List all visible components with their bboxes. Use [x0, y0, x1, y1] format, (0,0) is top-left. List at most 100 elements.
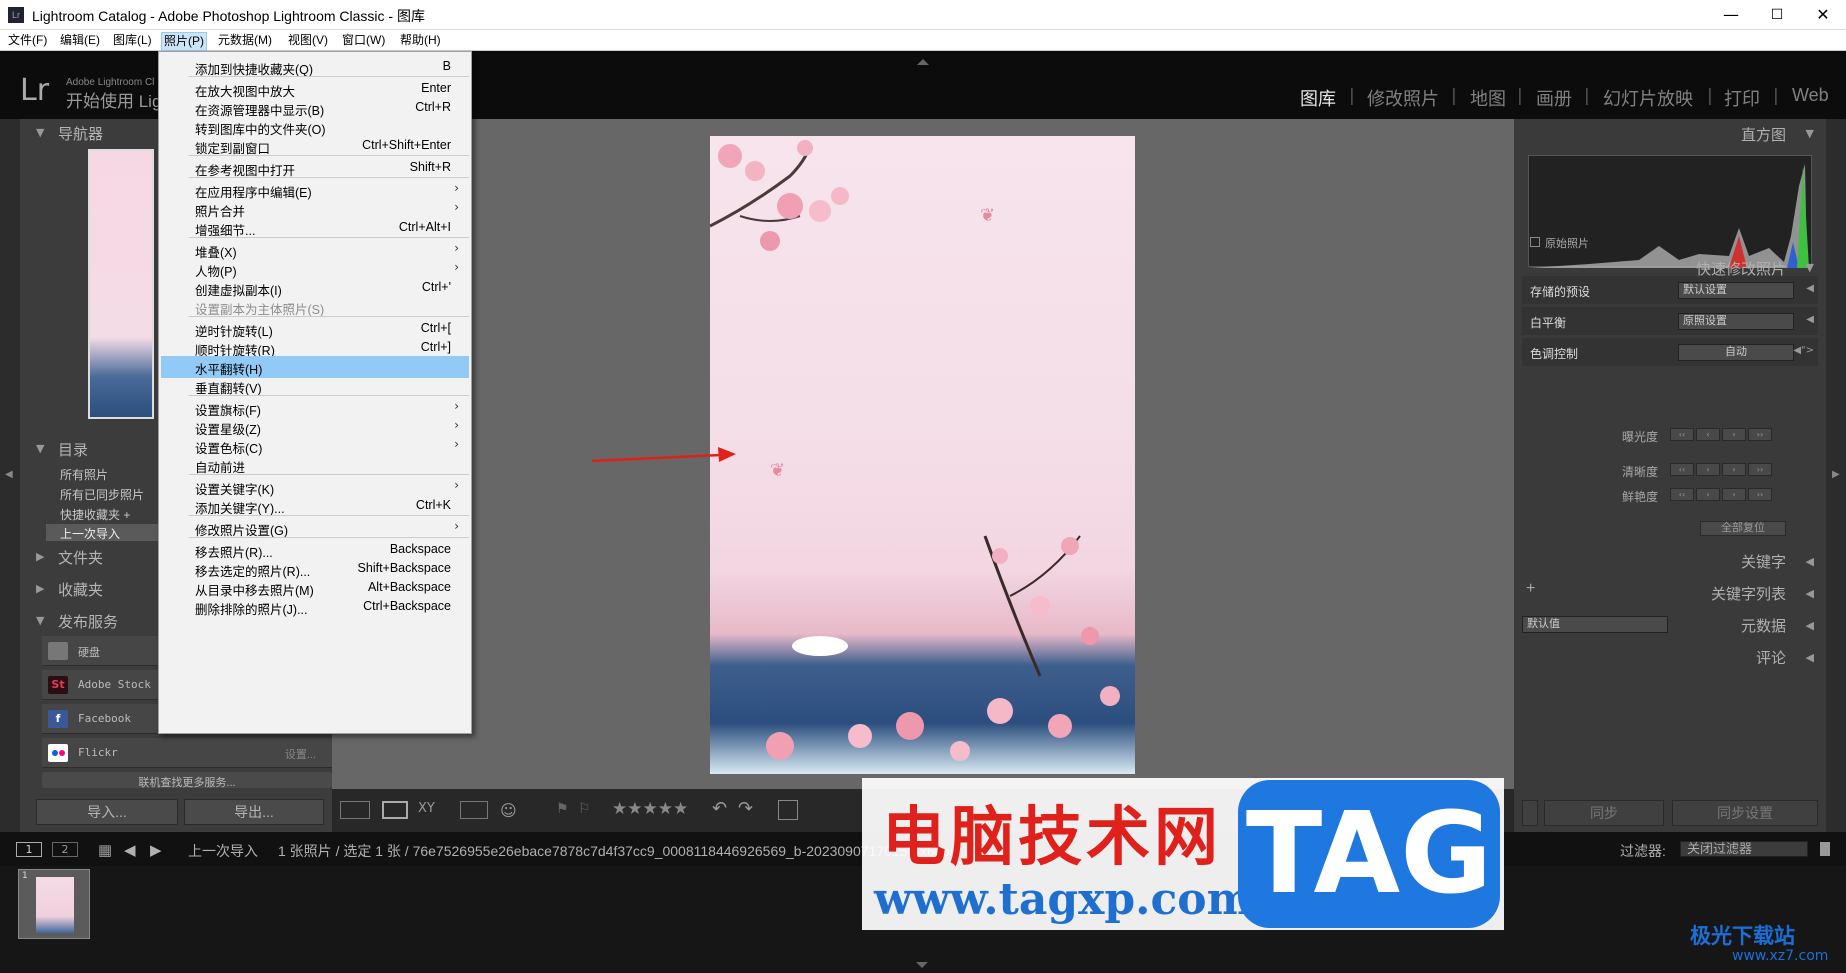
submenu-arrow-icon: › [454, 181, 459, 195]
watermark-tag: TAG [1238, 780, 1500, 928]
photo-menu-item[interactable]: 修改照片设置(G) › [161, 517, 469, 539]
reset-all-button[interactable]: 全部复位 [1700, 521, 1786, 536]
clarity-dec[interactable]: ‹ [1696, 463, 1720, 476]
submenu-arrow-icon: › [454, 200, 459, 214]
corner-watermark-url: www.xz7.com [1732, 948, 1829, 964]
grid-icon[interactable]: ▦ [98, 841, 112, 859]
lightroom-window: Lr Lightroom Catalog - Adobe Photoshop L… [0, 0, 1846, 973]
menu-separator [189, 177, 469, 178]
exposure-inc-large[interactable]: ›› [1748, 428, 1772, 441]
original-photo-checkbox[interactable] [1530, 237, 1540, 247]
vibrance-dec-large[interactable]: ‹‹ [1670, 488, 1694, 501]
star-rating[interactable]: ★★★★★ [612, 799, 688, 819]
filmstrip-source[interactable]: 上一次导入 [188, 841, 258, 861]
survey-view-icon[interactable] [460, 801, 488, 819]
keywording-header[interactable]: 关键字 [1741, 551, 1786, 572]
menu-item-shortcut: Ctrl+R [415, 100, 451, 114]
grid-view-icon[interactable] [340, 801, 370, 819]
menu-item-shortcut: Shift+Backspace [357, 561, 451, 575]
right-panel: 直方图 ▼ 原始照片 快速修改照片 ▼ 存储的预设 默认设置 ◀ 白平衡 原照设… [1514, 119, 1826, 832]
triangle-down-icon[interactable]: ▼ [1806, 127, 1814, 140]
rotate-left-icon[interactable]: ↶ [712, 798, 727, 819]
triangle-left-icon[interactable]: ◀ [1806, 555, 1814, 568]
clarity-dec-large[interactable]: ‹‹ [1670, 463, 1694, 476]
back-arrow-icon[interactable]: ◀ [124, 841, 136, 859]
original-photo-label: 原始照片 [1545, 238, 1589, 250]
triangle-left-icon[interactable]: ◀"> [1793, 345, 1814, 356]
filter-select[interactable]: 关闭过滤器 [1680, 841, 1808, 857]
menu-separator [189, 474, 469, 475]
compare-view-icon[interactable]: XY [418, 801, 435, 816]
people-view-icon[interactable]: ☺ [500, 801, 517, 820]
white-balance-select[interactable]: 原照设置 [1678, 313, 1794, 330]
photo-menu-item[interactable]: 增强细节... Ctrl+Alt+I [161, 217, 469, 239]
histogram-header[interactable]: 直方图 [1741, 124, 1786, 145]
triangle-down-icon[interactable]: ▼ [1806, 261, 1814, 274]
tone-control-row: 色调控制 自动 ◀"> [1522, 338, 1818, 366]
rotate-right-icon[interactable]: ↷ [738, 798, 753, 819]
menu-separator [189, 237, 469, 238]
menu-item-shortcut: Shift+R [409, 160, 451, 174]
auto-tone-button[interactable]: 自动 [1678, 344, 1794, 361]
photo-menu-item[interactable]: 删除排除的照片(J)... Ctrl+Backspace [161, 596, 469, 618]
loupe-view-icon[interactable] [382, 801, 408, 819]
triangle-left-icon[interactable]: ◀ [1806, 619, 1814, 632]
main-window-button[interactable]: 1 [16, 842, 42, 857]
clarity-inc-large[interactable]: ›› [1748, 463, 1772, 476]
menu-separator [189, 155, 469, 156]
photo-menu-item[interactable]: 在参考视图中打开 Shift+R [161, 157, 469, 179]
filter-lock-icon[interactable] [1820, 842, 1830, 856]
thumbnail-index: 1 [22, 871, 28, 881]
watermark-url: www.tagxp.com [874, 874, 1254, 925]
photo-menu-item[interactable]: 添加关键字(Y)... Ctrl+K [161, 495, 469, 517]
triangle-left-icon[interactable]: ◀ [1806, 651, 1814, 664]
saved-preset-row: 存储的预设 默认设置 ◀ [1522, 276, 1818, 304]
clarity-inc[interactable]: › [1722, 463, 1746, 476]
photo-menu-item[interactable]: 自动前进 [161, 454, 469, 476]
triangle-left-icon[interactable]: ◀ [1806, 314, 1814, 325]
metadata-header[interactable]: 元数据 [1741, 615, 1786, 636]
sync-button[interactable]: 同步 [1544, 800, 1664, 826]
crop-icon[interactable] [778, 800, 798, 820]
photo-menu-item[interactable]: 锁定到副窗口 Ctrl+Shift+Enter [161, 135, 469, 157]
comments-header[interactable]: 评论 [1756, 647, 1786, 668]
bottom-panel-toggle-icon[interactable] [916, 962, 928, 968]
menu-item-label: 删除排除的照片(J)... [195, 603, 308, 617]
exposure-dec-large[interactable]: ‹‹ [1670, 428, 1694, 441]
exposure-dec[interactable]: ‹ [1696, 428, 1720, 441]
photo-menu-item[interactable]: 垂直翻转(V) [161, 375, 469, 397]
menu-item-shortcut: Ctrl+K [415, 498, 451, 512]
flag-pick-icon[interactable]: ⚑ [556, 801, 569, 817]
forward-arrow-icon[interactable]: ▶ [150, 841, 162, 859]
clarity-label: 清晰度 [1622, 465, 1659, 479]
menu-item-shortcut: B [442, 59, 451, 73]
secondary-window-button[interactable]: 2 [52, 842, 78, 857]
triangle-left-icon[interactable]: ◀ [1806, 587, 1814, 600]
filmstrip-thumbnail[interactable]: 1 [18, 869, 90, 939]
flag-reject-icon[interactable]: ⚐ [578, 801, 591, 817]
thumbnail-image [36, 877, 74, 933]
watermark-cn: 电脑技术网 [882, 801, 1222, 875]
metadata-preset-select[interactable]: 默认值 [1522, 616, 1668, 633]
sync-settings-button[interactable]: 同步设置 [1672, 800, 1818, 826]
add-keyword-icon[interactable]: + [1526, 580, 1535, 598]
vibrance-inc-large[interactable]: ›› [1748, 488, 1772, 501]
submenu-arrow-icon: › [454, 418, 459, 432]
menu-separator [189, 395, 469, 396]
watermark-banner: 电脑技术网 www.tagxp.com TAG [862, 778, 1504, 930]
triangle-left-icon[interactable]: ◀ [1806, 283, 1814, 294]
saved-preset-select[interactable]: 默认设置 [1678, 282, 1794, 299]
photo-menu-dropdown: 添加到快捷收藏夹(Q) B 在放大视图中放大 Enter 在资源管理器中显示(B) Ctr… [158, 51, 472, 734]
menu-item-shortcut: Backspace [389, 542, 451, 556]
vibrance-label: 鲜艳度 [1622, 490, 1659, 504]
menu-item-shortcut: Ctrl+Shift+Enter [362, 138, 451, 152]
photo-menu-item[interactable]: 添加到快捷收藏夹(Q) B [161, 56, 469, 78]
tone-control-label: 色调控制 [1530, 347, 1579, 361]
vibrance-inc[interactable]: › [1722, 488, 1746, 501]
keyword-list-header[interactable]: 关键字列表 [1711, 583, 1786, 604]
exposure-inc[interactable]: › [1722, 428, 1746, 441]
vibrance-dec[interactable]: ‹ [1696, 488, 1720, 501]
menu-item-shortcut: Ctrl+Alt+I [398, 220, 451, 234]
sync-toggle-switch[interactable] [1522, 800, 1538, 826]
white-balance-label: 白平衡 [1530, 316, 1567, 330]
